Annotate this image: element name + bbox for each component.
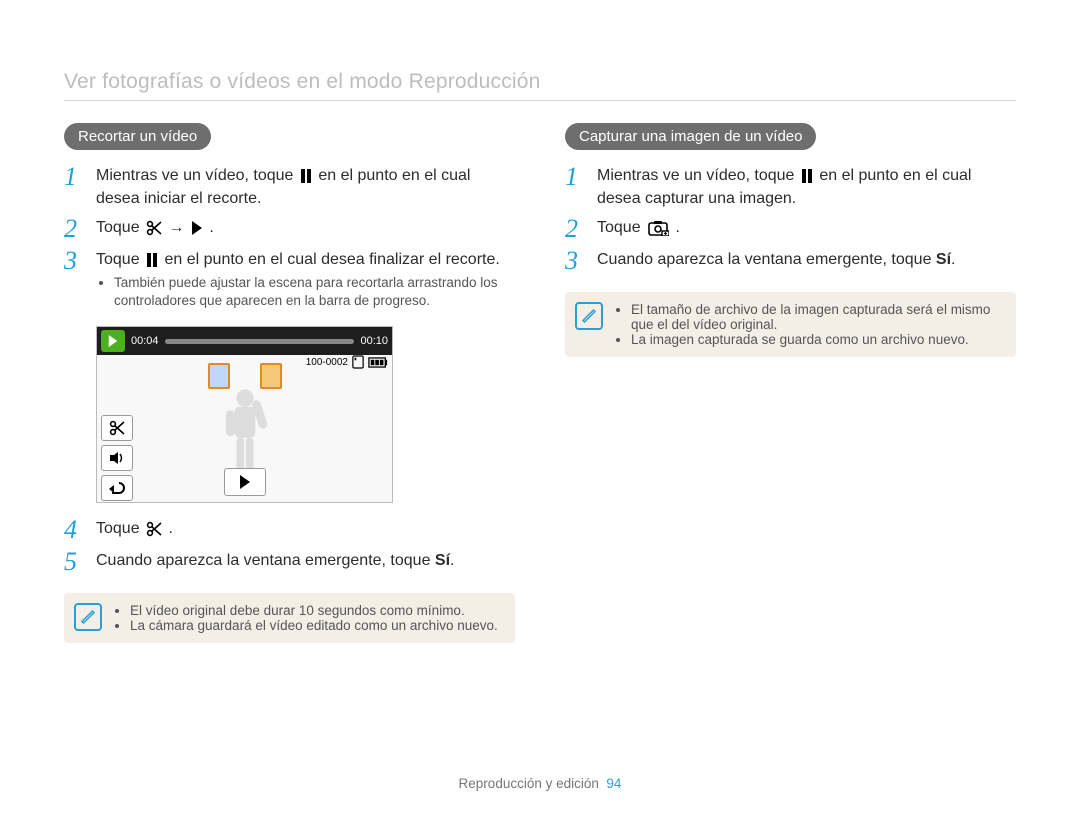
pause-icon [300, 169, 312, 183]
play-badge-icon [101, 330, 125, 352]
divider [64, 100, 1016, 101]
step-text: Cuando aparezca la ventana emergente, to… [96, 552, 435, 569]
step-text: Mientras ve un vídeo, toque [597, 167, 799, 184]
scissors-button-icon [101, 415, 133, 441]
scissors-icon [146, 220, 162, 236]
trim-handle-end [260, 363, 282, 389]
note-box-right: El tamaño de archivo de la imagen captur… [565, 292, 1016, 357]
step-3: 3 Cuando aparezca la ventana emergente, … [565, 248, 1016, 274]
pause-icon [146, 253, 158, 267]
step-text: Toque [96, 251, 144, 268]
step-4: 4 Toque . [64, 517, 515, 543]
step-text: Toque [96, 520, 144, 537]
right-column: Capturar una imagen de un vídeo 1 Mientr… [565, 123, 1016, 643]
battery-icon [368, 357, 388, 368]
step-text: Toque [597, 219, 645, 236]
volume-button-icon [101, 445, 133, 471]
step-2: 2 Toque → . [64, 216, 515, 242]
step-number: 1 [565, 164, 587, 190]
total-time: 00:10 [360, 335, 388, 347]
trim-handle-start [208, 363, 230, 389]
step-number: 3 [64, 248, 86, 274]
step-number: 1 [64, 164, 86, 190]
step-text: en el punto en el cual desea finalizar e… [165, 251, 500, 268]
note-box-left: El vídeo original debe durar 10 segundos… [64, 593, 515, 643]
step-number: 4 [64, 517, 86, 543]
step-text: Cuando aparezca la ventana emergente, to… [597, 251, 936, 268]
step-text: . [676, 219, 680, 236]
step-bold: Sí [435, 552, 450, 569]
step-text: . [450, 552, 454, 569]
video-trim-screenshot: 00:04 00:10 100-0002 [96, 326, 393, 503]
play-icon [191, 221, 203, 235]
footer-page-number: 94 [606, 776, 621, 791]
memory-icon [352, 355, 364, 369]
scissors-icon [146, 521, 162, 537]
step-2: 2 Toque . [565, 216, 1016, 242]
note-icon [575, 302, 603, 330]
step-text: Mientras ve un vídeo, toque [96, 167, 298, 184]
elapsed-time: 00:04 [131, 335, 159, 347]
note-item: La cámara guardará el vídeo editado como… [130, 618, 501, 633]
step-number: 5 [64, 549, 86, 575]
capture-icon [647, 220, 669, 236]
step-number: 3 [565, 248, 587, 274]
step-text: . [951, 251, 955, 268]
person-silhouette [219, 385, 271, 477]
note-item: El tamaño de archivo de la imagen captur… [631, 302, 1002, 332]
step-number: 2 [64, 216, 86, 242]
step-number: 2 [565, 216, 587, 242]
step-5: 5 Cuando aparezca la ventana emergente, … [64, 549, 515, 575]
section-trim-title: Recortar un vídeo [64, 123, 211, 150]
back-button-icon [101, 475, 133, 501]
step-bold: Sí [936, 251, 951, 268]
left-column: Recortar un vídeo 1 Mientras ve un vídeo… [64, 123, 515, 643]
step-text: → [169, 219, 189, 236]
center-play-button-icon [224, 468, 266, 496]
note-icon [74, 603, 102, 631]
step-text: . [209, 219, 213, 236]
step-text: Toque [96, 219, 144, 236]
step-subtext: También puede ajustar la escena para rec… [114, 274, 515, 310]
page-header: Ver fotografías o vídeos en el modo Repr… [64, 70, 1016, 94]
note-item: La imagen capturada se guarda como un ar… [631, 332, 1002, 347]
section-capture-title: Capturar una imagen de un vídeo [565, 123, 816, 150]
step-1: 1 Mientras ve un vídeo, toque en el punt… [64, 164, 515, 210]
step-text: . [169, 520, 173, 537]
note-item: El vídeo original debe durar 10 segundos… [130, 603, 501, 618]
footer-section: Reproducción y edición [459, 776, 599, 791]
step-3: 3 Toque en el punto en el cual desea fin… [64, 248, 515, 320]
step-1: 1 Mientras ve un vídeo, toque en el punt… [565, 164, 1016, 210]
pause-icon [801, 169, 813, 183]
file-number: 100-0002 [306, 357, 348, 368]
progress-bar [165, 339, 355, 344]
page-footer: Reproducción y edición 94 [0, 776, 1080, 791]
